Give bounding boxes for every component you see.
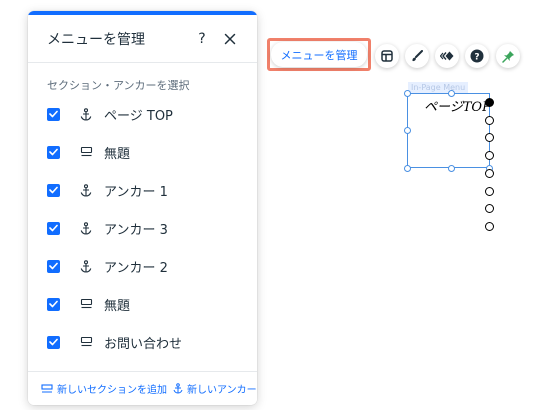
list-item[interactable]: 無題 — [28, 133, 257, 171]
manage-menu-panel: メニューを管理 ? セクション・アンカーを選択 ページ TOP 無題 アンカー 1ア… — [28, 11, 257, 405]
check-icon — [49, 148, 58, 156]
resize-handle[interactable] — [404, 165, 411, 172]
list-item[interactable]: お問い合わせ — [28, 323, 257, 361]
animation-icon — [440, 51, 454, 61]
item-checkbox[interactable] — [47, 183, 60, 197]
panel-header: メニューを管理 ? — [28, 15, 257, 63]
layout-icon — [381, 50, 393, 62]
anchor-icon — [79, 107, 93, 121]
menu-item-text: ページTOP — [424, 100, 490, 115]
element-tag: In-Page Menu — [408, 82, 469, 93]
item-checkbox[interactable] — [47, 259, 60, 273]
menu-dot-active[interactable] — [485, 98, 494, 107]
pin-icon — [501, 50, 514, 63]
item-list: ページ TOP無題アンカー 1アンカー 3アンカー 2無題お問い合わせ無題 — [28, 95, 257, 380]
section-select-label: セクション・アンカーを選択 — [47, 79, 190, 92]
menu-dot[interactable] — [485, 186, 494, 196]
menu-dot[interactable] — [485, 168, 494, 178]
add-anchor-label: 新しいアンカーを — [187, 385, 257, 396]
list-item[interactable]: アンカー 3 — [28, 209, 257, 247]
menu-dot[interactable] — [485, 221, 494, 231]
check-icon — [49, 224, 58, 232]
check-icon — [49, 110, 58, 118]
item-checkbox[interactable] — [47, 145, 60, 159]
help-icon: ? — [470, 49, 484, 63]
item-checkbox[interactable] — [47, 297, 60, 311]
resize-handle[interactable] — [448, 165, 455, 172]
design-brush-icon — [412, 50, 423, 62]
list-item[interactable]: アンカー 1 — [28, 171, 257, 209]
anchor-icon — [79, 221, 93, 235]
resize-handle[interactable] — [404, 90, 411, 97]
item-label: アンカー 2 — [104, 260, 168, 276]
menu-dot[interactable] — [485, 151, 494, 161]
resize-handle[interactable] — [404, 127, 411, 134]
list-item[interactable]: 無題 — [28, 285, 257, 323]
item-checkbox[interactable] — [47, 221, 60, 235]
section-icon — [79, 297, 93, 311]
item-label: アンカー 1 — [104, 184, 168, 200]
menu-dot[interactable] — [485, 204, 494, 214]
check-icon — [49, 300, 58, 308]
list-item[interactable]: アンカー 2 — [28, 247, 257, 285]
item-checkbox[interactable] — [47, 335, 60, 349]
check-icon — [49, 262, 58, 270]
anchor-icon — [173, 383, 183, 394]
item-label: 無題 — [104, 146, 131, 162]
svg-text:?: ? — [474, 53, 479, 63]
item-label: アンカー 3 — [104, 222, 168, 238]
manage-menu-button[interactable]: メニューを管理 — [271, 42, 367, 67]
design-button[interactable] — [405, 44, 429, 68]
help-button[interactable]: ? — [194, 31, 210, 47]
add-anchor-link[interactable]: 新しいアンカーを — [173, 381, 257, 396]
menu-dot[interactable] — [485, 133, 494, 143]
add-section-label: 新しいセクションを追加 — [57, 385, 167, 396]
section-icon — [79, 145, 93, 159]
close-button[interactable] — [222, 31, 238, 47]
help-button-toolbar[interactable]: ? — [465, 44, 489, 68]
check-icon — [49, 186, 58, 194]
section-icon — [41, 383, 53, 393]
layout-button[interactable] — [375, 44, 399, 68]
panel-title: メニューを管理 — [47, 31, 145, 48]
list-item[interactable]: ページ TOP — [28, 95, 257, 133]
check-icon — [49, 338, 58, 346]
close-icon — [224, 33, 236, 44]
pin-button[interactable] — [496, 44, 520, 68]
item-label: ページ TOP — [104, 108, 173, 124]
add-section-link[interactable]: 新しいセクションを追加 — [41, 381, 167, 396]
animation-button[interactable] — [435, 44, 459, 68]
item-checkbox[interactable] — [47, 107, 60, 121]
menu-dot[interactable] — [485, 115, 494, 125]
anchor-icon — [79, 183, 93, 197]
panel-footer: 新しいセクションを追加 新しいアンカーを — [28, 371, 257, 405]
section-icon — [79, 335, 93, 349]
item-label: 無題 — [104, 298, 131, 314]
item-label: お問い合わせ — [104, 336, 183, 352]
anchor-icon — [79, 259, 93, 273]
